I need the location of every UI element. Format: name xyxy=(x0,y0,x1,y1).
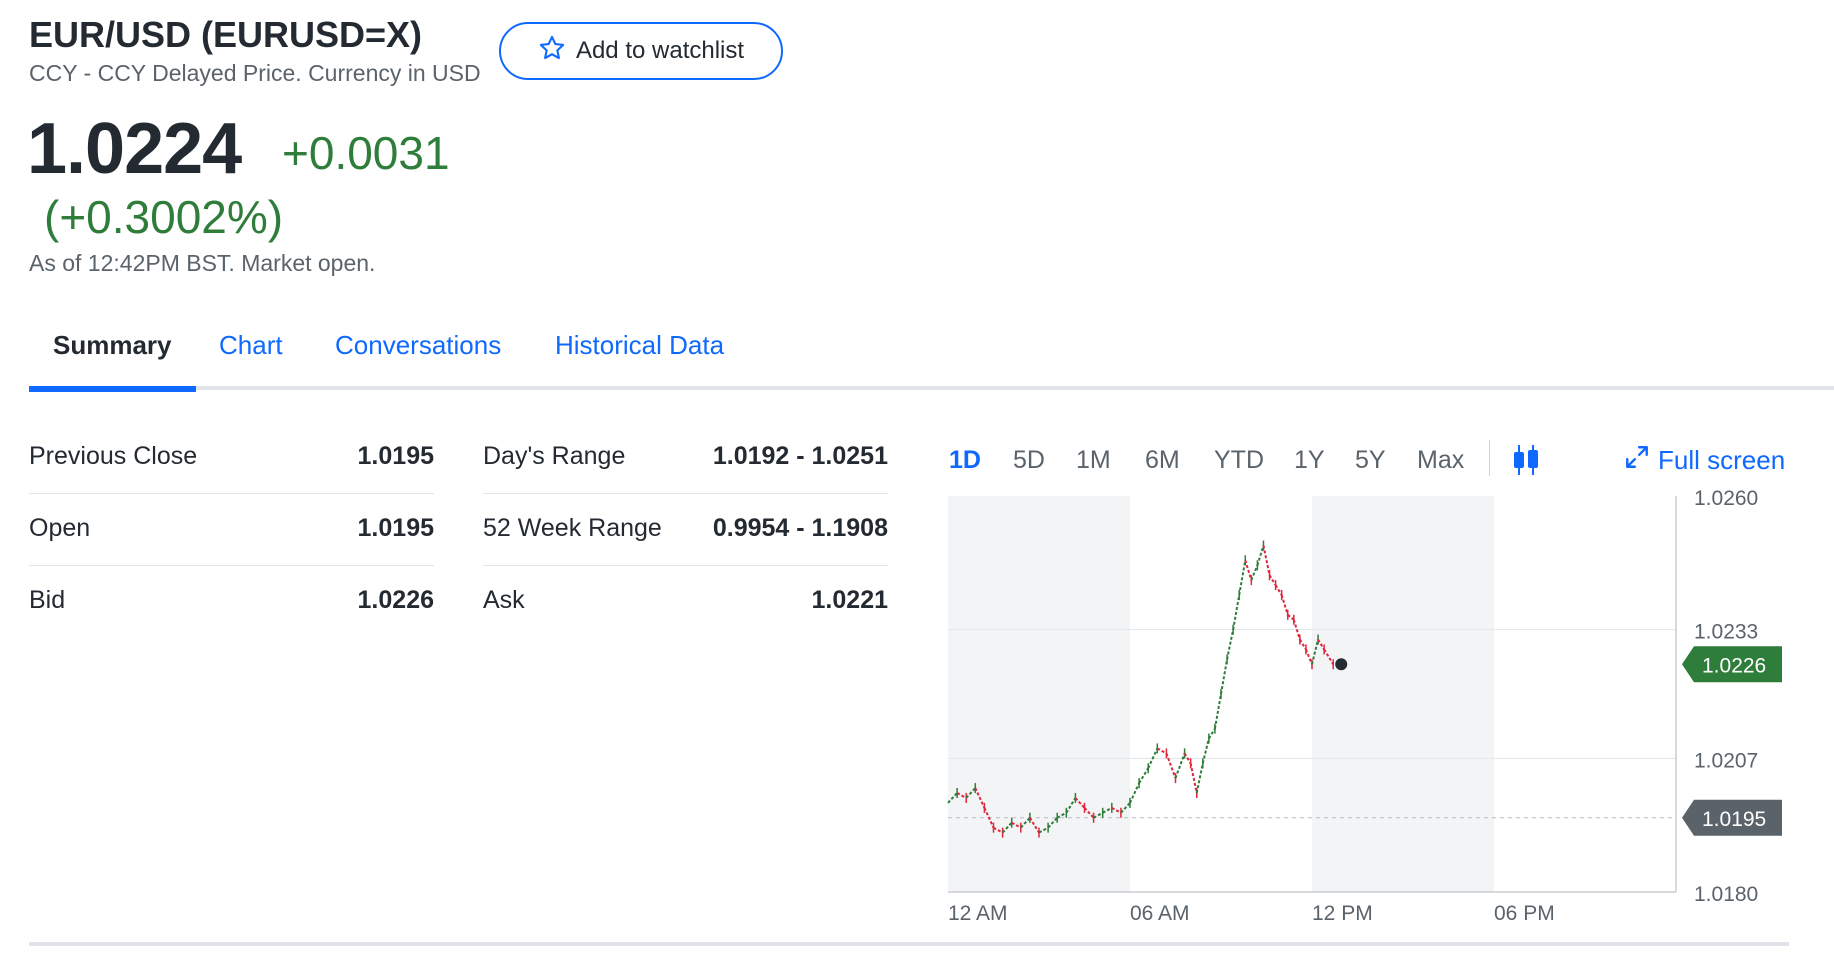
market-status: As of 12:42PM BST. Market open. xyxy=(29,250,376,276)
price-change: +0.0031 xyxy=(282,127,450,179)
page-title: EUR/USD (EURUSD=X) xyxy=(29,14,423,55)
range-1m-button[interactable]: 1M xyxy=(1076,446,1111,475)
x-tick-label: 06 AM xyxy=(1130,902,1190,925)
active-tab-indicator xyxy=(29,386,196,392)
current-price-tag-label: 1.0226 xyxy=(1702,654,1766,677)
stat-label: Previous Close xyxy=(29,442,198,470)
fullscreen-button[interactable]: Full screen xyxy=(1624,444,1785,477)
expand-icon xyxy=(1624,444,1650,477)
stat-row-bid: Bid 1.0226 xyxy=(29,566,434,638)
price-segment xyxy=(1208,728,1216,740)
price-segment xyxy=(1189,763,1198,794)
price-segment xyxy=(1299,639,1307,650)
toolbar-divider xyxy=(1489,440,1490,476)
range-5y-button[interactable]: 5Y xyxy=(1355,446,1386,475)
stat-row-open: Open 1.0195 xyxy=(29,494,434,566)
stat-row-ask: Ask 1.0221 xyxy=(483,566,888,638)
range-max-button[interactable]: Max xyxy=(1417,446,1464,475)
stat-row-previous-close: Previous Close 1.0195 xyxy=(29,422,434,494)
price-change-percent: (+0.3002%) xyxy=(44,191,284,243)
stat-value: 1.0195 xyxy=(357,442,434,470)
price-segment xyxy=(1156,747,1167,755)
section-divider xyxy=(29,942,1789,946)
price-segment xyxy=(1232,594,1241,630)
x-tick-label: 12 PM xyxy=(1312,902,1373,925)
price-segment xyxy=(1195,763,1204,794)
price-segment xyxy=(1262,545,1271,576)
range-5d-button[interactable]: 5D xyxy=(1013,446,1045,475)
fullscreen-label: Full screen xyxy=(1658,445,1786,475)
tab-conversations[interactable]: Conversations xyxy=(335,330,501,361)
range-1y-button[interactable]: 1Y xyxy=(1294,446,1325,475)
star-icon xyxy=(538,34,566,69)
current-price: 1.0224 xyxy=(27,109,242,189)
quote-subtitle: CCY - CCY Delayed Price. Currency in USD xyxy=(29,60,481,86)
stat-value: 1.0192 - 1.0251 xyxy=(712,442,888,470)
tab-historical-data[interactable]: Historical Data xyxy=(555,330,724,361)
price-segment xyxy=(1280,594,1289,616)
y-tick-label: 1.0260 xyxy=(1694,490,1758,510)
last-price-dot xyxy=(1335,658,1348,671)
range-1d-button[interactable]: 1D xyxy=(949,446,981,475)
price-segment xyxy=(1174,753,1186,779)
session-band xyxy=(1312,496,1494,892)
stat-row-days-range: Day's Range 1.0192 - 1.0251 xyxy=(483,422,888,494)
price-segment xyxy=(1274,584,1283,596)
intraday-price-chart[interactable]: 1.0260 1.0233 1.0207 1.0180 12 AM 06 AM 12 PM 0… xyxy=(940,490,1820,930)
price-segment xyxy=(1138,767,1150,784)
stat-label: 52 Week Range xyxy=(483,514,662,542)
stat-value: 1.0195 xyxy=(357,514,434,542)
stat-value: 1.0226 xyxy=(357,586,434,614)
y-tick-label: 1.0233 xyxy=(1694,621,1758,644)
y-tick-label: 1.0207 xyxy=(1694,749,1758,772)
stat-label: Open xyxy=(29,514,91,542)
price-segment xyxy=(1268,574,1277,586)
x-tick-label: 12 AM xyxy=(948,902,1008,925)
tab-chart[interactable]: Chart xyxy=(219,330,283,361)
previous-close-tag-label: 1.0195 xyxy=(1702,808,1766,831)
candlestick-icon[interactable] xyxy=(1510,442,1542,483)
price-segment xyxy=(1244,560,1253,581)
stat-label: Ask xyxy=(483,586,525,614)
price-segment xyxy=(1226,629,1235,660)
price-segment xyxy=(1287,614,1295,621)
x-tick-label: 06 PM xyxy=(1494,902,1555,925)
stat-label: Day's Range xyxy=(483,442,626,470)
price-segment xyxy=(1213,693,1222,729)
range-6m-button[interactable]: 6M xyxy=(1145,446,1180,475)
price-segment xyxy=(1305,649,1313,665)
price-segment xyxy=(1238,560,1247,596)
stat-value: 0.9954 - 1.1908 xyxy=(712,514,888,542)
price-segment xyxy=(1165,753,1177,779)
price-segment xyxy=(1129,782,1141,804)
price-segment xyxy=(1256,545,1265,566)
price-segment xyxy=(1201,738,1210,764)
tab-summary[interactable]: Summary xyxy=(53,330,172,361)
price-segment xyxy=(1250,564,1259,581)
range-ytd-button[interactable]: YTD xyxy=(1214,446,1264,475)
stat-row-52-week-range: 52 Week Range 0.9954 - 1.1908 xyxy=(483,494,888,566)
tabs-divider xyxy=(29,386,1834,390)
y-tick-label: 1.0180 xyxy=(1694,883,1758,906)
stat-value: 1.0221 xyxy=(811,586,888,614)
stat-label: Bid xyxy=(29,586,66,614)
add-to-watchlist-button[interactable]: Add to watchlist xyxy=(499,22,783,80)
price-segment xyxy=(1220,659,1229,695)
watchlist-label: Add to watchlist xyxy=(575,37,745,64)
